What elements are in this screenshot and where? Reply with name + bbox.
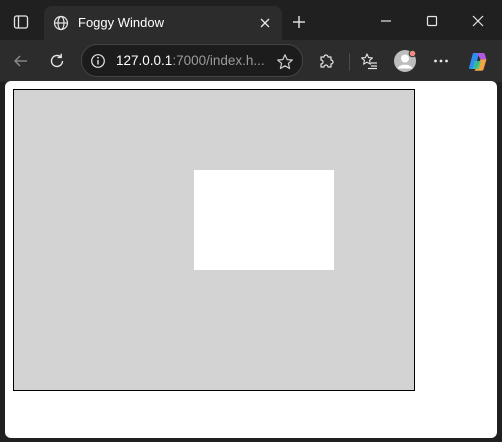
foggy-window-canvas[interactable]	[13, 89, 415, 391]
address-bar[interactable]: 127.0.0.1:7000/index.h...	[81, 44, 303, 77]
profile-avatar-icon	[394, 49, 417, 72]
back-arrow-icon	[14, 55, 27, 67]
tab-title: Foggy Window	[78, 15, 164, 30]
tab-close-icon[interactable]	[256, 14, 274, 32]
site-info-icon[interactable]	[88, 51, 108, 71]
cleared-fog-area	[194, 170, 334, 270]
more-options-icon	[434, 59, 448, 63]
refresh-icon	[50, 53, 64, 68]
copilot-button[interactable]	[463, 46, 493, 76]
url-host: 127.0.0.1	[116, 53, 173, 68]
minimize-icon	[381, 20, 391, 22]
maximize-icon	[426, 15, 438, 27]
extensions-puzzle-icon	[320, 54, 334, 68]
favorites-list-icon	[361, 53, 377, 70]
favorite-star-icon[interactable]	[274, 51, 296, 73]
maximize-button[interactable]	[412, 6, 452, 36]
url-path: :7000/index.h...	[172, 53, 265, 68]
minimize-button[interactable]	[366, 6, 406, 36]
tab-strip: Foggy Window	[0, 0, 502, 44]
copilot-icon	[468, 53, 487, 71]
page-viewport	[5, 81, 497, 438]
url-text[interactable]: 127.0.0.1:7000/index.h...	[116, 53, 266, 68]
browser-toolbar: 127.0.0.1:7000/index.h...	[0, 40, 502, 82]
toolbar-divider	[349, 53, 350, 71]
tab-actions-button[interactable]	[7, 8, 35, 36]
refresh-button[interactable]	[42, 46, 72, 76]
extensions-button[interactable]	[312, 46, 342, 76]
globe-icon	[52, 14, 70, 32]
back-button[interactable]	[6, 46, 36, 76]
profile-button[interactable]	[390, 46, 420, 76]
new-tab-button[interactable]	[286, 9, 312, 35]
favorites-button[interactable]	[354, 46, 384, 76]
active-tab[interactable]: Foggy Window	[44, 6, 282, 40]
more-options-button[interactable]	[426, 46, 456, 76]
plus-icon	[293, 16, 305, 28]
close-window-button[interactable]	[458, 6, 498, 36]
sidebar-icon	[13, 15, 29, 29]
close-icon	[472, 15, 484, 27]
